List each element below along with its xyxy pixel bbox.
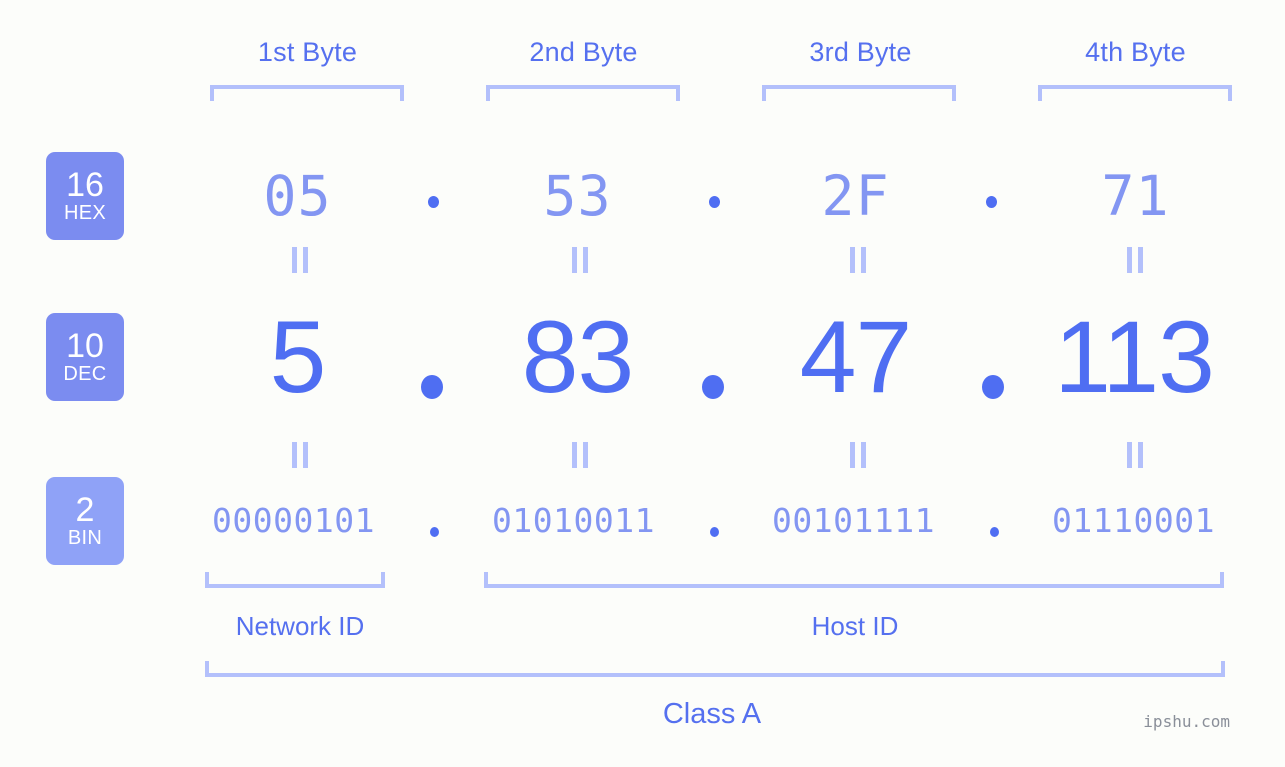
dec-byte-4: 113 bbox=[1054, 300, 1215, 414]
bin-byte-4: 01110001 bbox=[1052, 501, 1215, 540]
dec-separator-dot-1 bbox=[421, 375, 443, 399]
byte-bracket-2 bbox=[486, 85, 680, 101]
hex-byte-3: 2F bbox=[821, 164, 890, 228]
base-badge-bin-number: 2 bbox=[75, 490, 95, 529]
equals-mark-dec-bin-4 bbox=[1125, 442, 1145, 468]
dec-byte-2: 83 bbox=[521, 300, 634, 414]
base-badge-bin: 2 BIN bbox=[46, 477, 124, 565]
equals-mark-hex-dec-3 bbox=[848, 247, 868, 273]
bin-byte-3: 00101111 bbox=[772, 501, 935, 540]
byte-bracket-1 bbox=[210, 85, 404, 101]
byte-header-2: 2nd Byte bbox=[529, 37, 638, 67]
base-badge-dec: 10 DEC bbox=[46, 313, 124, 401]
bin-separator-dot-1 bbox=[430, 527, 439, 537]
hex-byte-2: 53 bbox=[543, 164, 612, 228]
class-label: Class A bbox=[662, 698, 762, 730]
byte-bracket-4 bbox=[1038, 85, 1232, 101]
host-id-bracket bbox=[484, 572, 1224, 588]
network-id-bracket bbox=[205, 572, 385, 588]
dec-byte-3: 47 bbox=[799, 300, 912, 414]
hex-separator-dot-2 bbox=[709, 196, 720, 208]
byte-header-3: 3rd Byte bbox=[809, 37, 912, 67]
equals-mark-hex-dec-4 bbox=[1125, 247, 1145, 273]
dec-separator-dot-3 bbox=[982, 375, 1004, 399]
equals-mark-dec-bin-1 bbox=[290, 442, 310, 468]
base-badge-hex-name: HEX bbox=[63, 201, 107, 224]
network-id-label: Network ID bbox=[235, 611, 365, 641]
ip-address-breakdown-diagram: 1st Byte 2nd Byte 3rd Byte 4th Byte 16 H… bbox=[0, 0, 1285, 767]
byte-header-1: 1st Byte bbox=[257, 37, 358, 67]
dec-separator-dot-2 bbox=[702, 375, 724, 399]
bin-byte-2: 01010011 bbox=[492, 501, 655, 540]
hex-byte-1: 05 bbox=[263, 164, 332, 228]
equals-mark-hex-dec-2 bbox=[570, 247, 590, 273]
byte-header-4: 4th Byte bbox=[1085, 37, 1186, 67]
site-watermark: ipshu.com bbox=[1143, 712, 1230, 731]
base-badge-hex: 16 HEX bbox=[46, 152, 124, 240]
byte-bracket-3 bbox=[762, 85, 956, 101]
class-bracket bbox=[205, 661, 1225, 677]
bin-byte-1: 00000101 bbox=[212, 501, 375, 540]
dec-byte-1: 5 bbox=[269, 300, 327, 414]
bin-separator-dot-3 bbox=[990, 527, 999, 537]
hex-byte-4: 71 bbox=[1101, 164, 1170, 228]
base-badge-dec-number: 10 bbox=[66, 326, 104, 365]
base-badge-dec-name: DEC bbox=[63, 362, 107, 385]
equals-mark-dec-bin-3 bbox=[848, 442, 868, 468]
equals-mark-hex-dec-1 bbox=[290, 247, 310, 273]
host-id-label: Host ID bbox=[811, 611, 899, 641]
base-badge-hex-number: 16 bbox=[66, 165, 104, 204]
equals-mark-dec-bin-2 bbox=[570, 442, 590, 468]
hex-separator-dot-3 bbox=[986, 196, 997, 208]
base-badge-bin-name: BIN bbox=[67, 526, 103, 549]
hex-separator-dot-1 bbox=[428, 196, 439, 208]
bin-separator-dot-2 bbox=[710, 527, 719, 537]
